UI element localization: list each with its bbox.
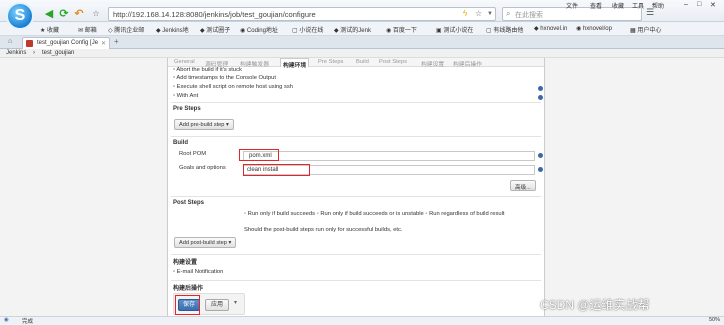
help-icon[interactable] [538,86,543,91]
tab-build-settings[interactable]: 构建设置 [421,59,444,68]
post-build-title: 构建后操作 [173,286,204,292]
home-icon[interactable]: ☆ [90,8,102,20]
apply-button[interactable]: 应用 [205,299,229,311]
bookmark-mail[interactable]: ✉ 邮箱 [78,25,97,34]
status-bar: 完成 ◉ 50% [0,316,724,325]
tab-pre-steps[interactable]: Pre Steps [318,59,343,65]
goals-label: Goals and options [179,165,226,171]
root-pom-label: Root POM [179,151,207,157]
url-text: http://192.168.14.128:8080/jenkins/job/t… [113,10,316,19]
help-icon[interactable] [538,167,543,172]
highlight-box [239,149,279,161]
bookmark-coding[interactable]: ◉ Coding地址 [240,25,278,34]
bookmark-test-jenkins[interactable]: ◆ 测试的Jenk [334,25,371,34]
dropdown-icon[interactable]: ▾ [234,299,237,306]
new-tab-button[interactable]: + [114,37,119,46]
status-icon: ◉ [4,317,9,323]
tab-post-steps[interactable]: Post Steps [379,59,407,65]
undo-icon[interactable]: ↶ [73,8,85,20]
tab-jenkins-config[interactable]: test_goujian Config [Je ✕ [22,37,110,49]
bookmark-hxnovel-op[interactable]: ◉ hxnovel/op [576,25,612,32]
breadcrumb: Jenkins › test_goujian [0,49,724,58]
minimize-icon[interactable]: – [684,1,688,8]
sys-menu-view[interactable]: 查看 [590,1,602,10]
root-pom-field[interactable]: pom.xml [243,151,535,161]
email-notification-option[interactable]: ▫ E-mail Notification [173,269,223,275]
radio-run-success[interactable]: ◦ Run only if build succeeds [244,211,315,217]
advanced-button[interactable]: 高级... [510,180,536,191]
divider [171,196,541,197]
star-icon[interactable]: ☆ [475,9,482,18]
close-icon[interactable]: ✕ [710,1,716,9]
dropdown-icon[interactable]: ▼ [487,11,493,17]
refresh-icon[interactable]: ⟳ [58,8,70,20]
highlight-box [243,164,310,176]
tab-close-icon[interactable]: ✕ [101,40,106,47]
post-steps-note: Should the post-build steps run only for… [244,227,403,233]
divider [171,254,541,255]
add-post-build-step-button[interactable]: Add post-build step ▾ [174,237,237,248]
bookmark-circle[interactable]: ◆ 测试圈子 [200,25,230,34]
right-margin [546,58,724,316]
home-tab-icon[interactable]: ⌂ [8,38,12,45]
env-option-ant[interactable]: ▫ With Ant [173,93,198,99]
tab-general[interactable]: General [174,59,195,65]
breadcrumb-job[interactable]: test_goujian [42,50,74,56]
maximize-icon[interactable]: □ [697,1,701,8]
bookmark-favorites[interactable]: ★ 收藏 [40,25,59,34]
sys-menu-file[interactable]: 文件 [566,1,578,10]
browser-toolbar: ◀ ⟳ ↶ ☆ http://192.168.14.128:8080/jenki… [0,0,724,22]
jenkins-favicon-icon [26,40,33,47]
watermark: CSDN @运维实战帮 [540,298,650,312]
pre-steps-title: Pre Steps [173,106,201,112]
radio-run-regardless[interactable]: ◦ Run regardless of build result [425,211,504,217]
build-settings-title: 构建设置 [173,260,198,266]
env-option-ssh[interactable]: ▫ Execute shell script on remote host us… [173,84,293,90]
divider [171,102,541,103]
browser-logo: S [6,2,34,30]
tab-strip: ⌂ test_goujian Config [Je ✕ + [0,36,724,49]
tab-build-env[interactable]: 构建环境 [280,58,310,69]
radio-run-unstable[interactable]: ◦ Run only if build succeeds or is unsta… [317,211,424,217]
breadcrumb-sep-icon: › [33,50,35,56]
back-icon[interactable]: ◀ [43,8,55,20]
bookmark-qq-mail[interactable]: ◇ 腾讯企业邮 [108,25,144,34]
search-placeholder: 在此搜索 [515,12,543,19]
highlight-box [175,295,200,315]
left-margin [0,58,167,316]
post-steps-title: Post Steps [173,200,205,206]
sys-menu-favorites[interactable]: 收藏 [612,1,624,10]
search-icon: ⌕ [506,9,511,18]
sys-menu-tools[interactable]: 工具 [632,1,644,10]
tab-build[interactable]: Build [356,59,369,65]
help-icon[interactable] [538,95,543,100]
env-option-abort[interactable]: ▫ Abort the build if it's stuck [173,67,242,73]
tab-triggers[interactable]: 构建触发器 [240,59,269,68]
lightning-icon[interactable]: ϟ [463,9,467,18]
divider [171,136,541,137]
help-icon[interactable] [538,153,543,158]
add-pre-build-step-button[interactable]: Add pre-build step ▾ [174,119,234,130]
sys-menu-help[interactable]: 帮助 [652,1,664,10]
bookmark-novel[interactable]: ▢ 小说在线 [292,25,323,34]
post-steps-options: ◦ Run only if build succeeds ◦ Run only … [244,211,534,218]
bookmarks-bar: ★ 收藏 ✉ 邮箱 ◇ 腾讯企业邮 ◆ Jenkins地 ◆ 测试圈子 ◉ Co… [0,22,724,36]
config-form: General 源码管理 构建触发器 构建环境 Pre Steps Build … [167,58,545,324]
bookmark-jenkins[interactable]: ◆ Jenkins地 [156,25,189,34]
divider [171,280,541,281]
bookmark-test-novel[interactable]: ▣ 测试小说在 [436,25,473,34]
address-bar[interactable]: http://192.168.14.128:8080/jenkins/job/t… [108,7,496,21]
breadcrumb-jenkins[interactable]: Jenkins [6,50,26,56]
bookmark-user-center[interactable]: ▦ 用户中心 [630,25,661,34]
config-tabbar: General 源码管理 构建触发器 构建环境 Pre Steps Build … [168,58,544,69]
tab-title: test_goujian Config [Je [37,40,99,46]
build-title: Build [173,140,188,146]
bookmark-hxnovel-in[interactable]: ◆ hxnovel.in [534,25,567,32]
env-option-timestamps[interactable]: ▫ Add timestamps to the Console Output [173,75,276,81]
bookmark-router[interactable]: ▢ 有线路由他 [486,25,523,34]
zoom-level[interactable]: 50% [709,317,720,323]
tab-post-build[interactable]: 构建后操作 [453,59,482,68]
bookmark-baidu[interactable]: ◉ 百度一下 [386,25,417,34]
